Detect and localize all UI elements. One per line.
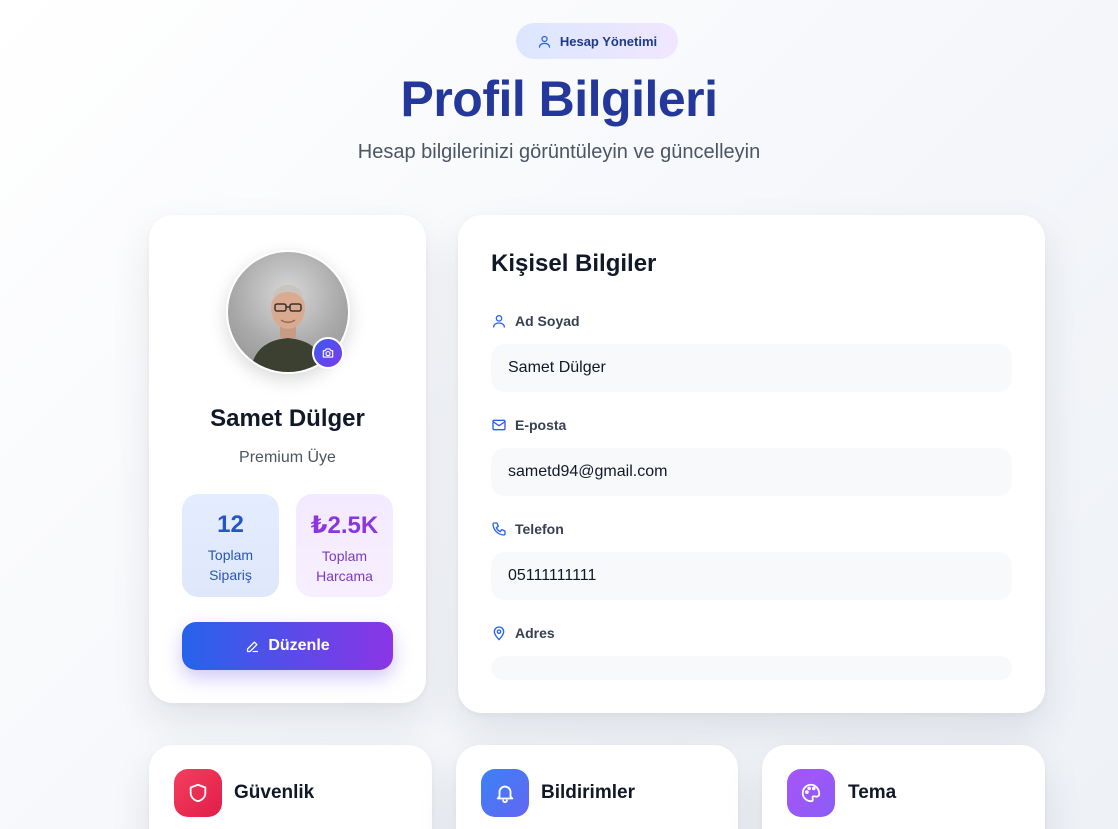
user-icon (538, 35, 550, 48)
palette-icon (787, 769, 835, 817)
address-field[interactable] (491, 656, 1012, 680)
section-title: Kişisel Bilgiler (491, 250, 657, 277)
full-name-label: Ad Soyad (491, 313, 580, 329)
profile-role: Premium Üye (239, 449, 336, 466)
shield-icon (174, 769, 222, 817)
stat-label: Toplam Sipariş (207, 547, 254, 583)
camera-icon (322, 348, 334, 358)
profile-name: Samet Dülger (210, 405, 365, 432)
phone-label: Telefon (491, 521, 564, 537)
full-name-field[interactable]: Samet Dülger (491, 344, 1012, 392)
field-label-text: Adres (515, 625, 555, 641)
stat-total-orders: 12 Toplam Sipariş (182, 494, 279, 597)
edit-button-label: Düzenle (268, 637, 330, 654)
stat-value: ₺2.5K (310, 512, 379, 539)
map-pin-icon (493, 626, 505, 641)
stat-value: 12 (217, 511, 244, 538)
address-label: Adres (491, 625, 555, 641)
stat-label: Toplam Harcama (316, 548, 373, 584)
change-photo-button[interactable] (312, 337, 344, 369)
field-label-text: Telefon (515, 521, 564, 537)
page-title: Profil Bilgileri (400, 71, 718, 127)
pencil-icon (247, 641, 259, 652)
email-field[interactable]: sametd94@gmail.com (491, 448, 1012, 496)
user-icon (493, 315, 505, 328)
security-title: Güvenlik (234, 782, 315, 803)
email-label: E-posta (491, 417, 566, 433)
badge-label: Hesap Yönetimi (559, 33, 658, 49)
phone-icon (492, 522, 506, 536)
page-subtitle: Hesap bilgilerinizi görüntüleyin ve günc… (357, 141, 761, 163)
theme-title: Tema (848, 782, 897, 803)
bell-icon (481, 769, 529, 817)
mail-icon (492, 419, 506, 431)
notifications-title: Bildirimler (541, 782, 635, 803)
section-badge: Hesap Yönetimi (516, 23, 678, 59)
phone-field[interactable]: 05111111111 (491, 552, 1012, 600)
field-label-text: Ad Soyad (515, 313, 580, 329)
edit-profile-button[interactable]: Düzenle (182, 622, 393, 670)
field-label-text: E-posta (515, 417, 567, 433)
stat-total-spend: ₺2.5K Toplam Harcama (296, 494, 393, 597)
